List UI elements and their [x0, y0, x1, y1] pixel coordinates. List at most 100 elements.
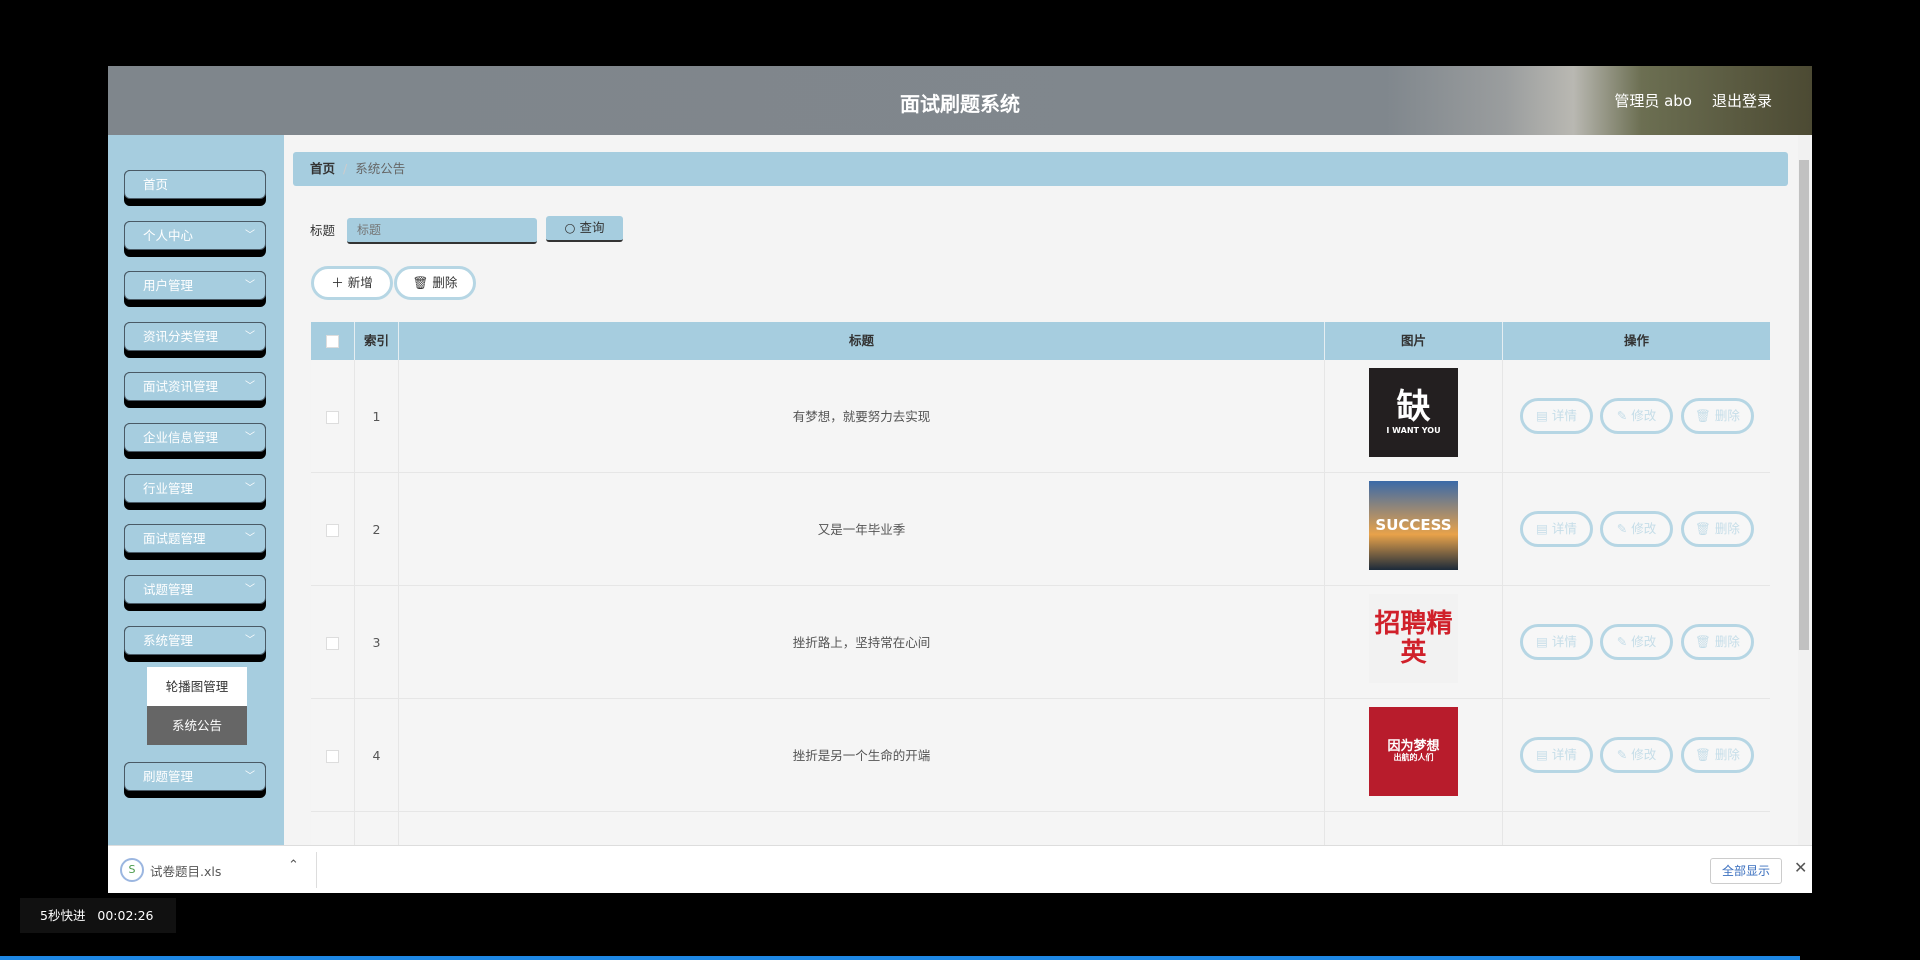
- document-icon: ▤: [1536, 408, 1548, 423]
- announcement-image[interactable]: 缺I WANT YOU: [1369, 368, 1458, 457]
- table-row: 4 挫折是另一个生命的开端 因为梦想 出航的人们 ▤ 详情 ✎ 修改 🗑 删除: [311, 699, 1770, 812]
- chevron-down-icon: ﹀: [245, 483, 255, 494]
- sidebar-item[interactable]: 个人中心 ﹀: [124, 221, 266, 257]
- logout-link[interactable]: 退出登录: [1712, 90, 1772, 111]
- submenu-item[interactable]: 轮播图管理: [147, 667, 247, 706]
- row-checkbox-cell: [311, 473, 355, 586]
- delete-button[interactable]: 🗑 删除: [1681, 624, 1754, 660]
- sidebar-item[interactable]: 企业信息管理 ﹀: [124, 423, 266, 459]
- sidebar-item-label: 用户管理: [143, 278, 194, 293]
- image-text: 招聘精英: [1374, 608, 1453, 668]
- header-index: 索引: [355, 322, 399, 360]
- trash-icon: 🗑: [1695, 747, 1711, 762]
- trash-icon: 🗑: [1695, 521, 1711, 536]
- edit-label: 修改: [1631, 747, 1657, 762]
- trash-icon: 🗑: [1695, 634, 1711, 649]
- row-title: 挫折是另一个生命的开端: [399, 699, 1325, 812]
- delete-button[interactable]: 🗑 删除: [1681, 737, 1754, 773]
- chevron-down-icon: ﹀: [245, 381, 255, 392]
- pencil-icon: ✎: [1616, 408, 1628, 423]
- sidebar-item-label: 面试题管理: [143, 531, 206, 546]
- row-title: 有梦想，就要努力去实现: [399, 360, 1325, 473]
- row-checkbox[interactable]: [326, 637, 339, 650]
- delete-button[interactable]: 🗑 删除: [1681, 398, 1754, 434]
- document-icon: ▤: [1536, 521, 1548, 536]
- video-overlay: 5秒快进 00:02:26: [20, 898, 176, 933]
- sidebar-item[interactable]: 试题管理 ﹀: [124, 575, 266, 611]
- batch-delete-button[interactable]: 🗑 删除: [394, 266, 476, 300]
- row-checkbox[interactable]: [326, 411, 339, 424]
- edit-label: 修改: [1631, 634, 1657, 649]
- row-index: 2: [355, 473, 399, 586]
- spreadsheet-file-icon: S: [120, 858, 144, 882]
- chevron-down-icon: ﹀: [245, 533, 255, 544]
- chevron-down-icon: ﹀: [245, 432, 255, 443]
- query-button[interactable]: ○ 查询: [546, 216, 623, 242]
- table-row-partial: [311, 812, 1770, 845]
- close-icon[interactable]: ✕: [1794, 858, 1807, 877]
- row-image-cell: 缺I WANT YOU: [1325, 360, 1503, 473]
- delete-button[interactable]: 🗑 删除: [1681, 511, 1754, 547]
- sidebar-item[interactable]: 面试资讯管理 ﹀: [124, 372, 266, 408]
- delete-label: 删除: [1714, 747, 1740, 762]
- detail-button[interactable]: ▤ 详情: [1520, 398, 1593, 434]
- video-progress-bar[interactable]: [0, 956, 1800, 960]
- sidebar-item[interactable]: 用户管理 ﹀: [124, 271, 266, 307]
- announcement-image[interactable]: 因为梦想 出航的人们: [1369, 707, 1458, 796]
- show-all-button[interactable]: 全部显示: [1710, 858, 1782, 884]
- chevron-down-icon: ﹀: [245, 771, 255, 782]
- sidebar-item-label: 行业管理: [143, 481, 194, 496]
- submenu-item[interactable]: 系统公告: [147, 706, 247, 745]
- sidebar-item[interactable]: 刷题管理 ﹀: [124, 762, 266, 798]
- divider: [316, 852, 317, 888]
- detail-button[interactable]: ▤ 详情: [1520, 511, 1593, 547]
- edit-button[interactable]: ✎ 修改: [1600, 624, 1673, 660]
- plus-icon: ＋: [331, 275, 344, 290]
- sidebar-item[interactable]: 面试题管理 ﹀: [124, 524, 266, 560]
- download-filename[interactable]: 试卷题目.xls: [150, 861, 221, 880]
- edit-button[interactable]: ✎ 修改: [1600, 737, 1673, 773]
- detail-label: 详情: [1551, 408, 1577, 423]
- skip-label[interactable]: 5秒快进: [40, 908, 85, 923]
- delete-label: 删除: [432, 275, 458, 290]
- row-ops: ▤ 详情 ✎ 修改 🗑 删除: [1503, 473, 1770, 586]
- trash-icon: 🗑: [1695, 408, 1711, 423]
- breadcrumb: 首页 / 系统公告: [293, 152, 1788, 186]
- row-checkbox-cell: [311, 699, 355, 812]
- chevron-up-icon[interactable]: ⌃: [288, 858, 299, 873]
- row-ops: ▤ 详情 ✎ 修改 🗑 删除: [1503, 586, 1770, 699]
- chevron-down-icon: ﹀: [245, 331, 255, 342]
- detail-button[interactable]: ▤ 详情: [1520, 737, 1593, 773]
- detail-label: 详情: [1551, 521, 1577, 536]
- app-title: 面试刷题系统: [900, 92, 1020, 116]
- breadcrumb-current: 系统公告: [355, 161, 406, 176]
- trash-icon: 🗑: [412, 275, 429, 290]
- detail-button[interactable]: ▤ 详情: [1520, 624, 1593, 660]
- row-checkbox[interactable]: [326, 524, 339, 537]
- sidebar-item[interactable]: 系统管理 ﹀: [124, 626, 266, 662]
- table-row: 1 有梦想，就要努力去实现 缺I WANT YOU ▤ 详情 ✎ 修改 🗑 删除: [311, 360, 1770, 473]
- title-search-input[interactable]: [347, 218, 537, 244]
- edit-button[interactable]: ✎ 修改: [1600, 398, 1673, 434]
- breadcrumb-home[interactable]: 首页: [310, 161, 335, 176]
- row-checkbox[interactable]: [326, 750, 339, 763]
- announcement-image[interactable]: SUCCESS: [1369, 481, 1458, 570]
- playback-time: 00:02:26: [97, 908, 154, 923]
- delete-label: 删除: [1714, 521, 1740, 536]
- row-index: 4: [355, 699, 399, 812]
- sidebar-item-label: 系统管理: [143, 633, 194, 648]
- announcement-image[interactable]: 招聘精英: [1369, 594, 1458, 683]
- image-subtext: I WANT YOU: [1386, 425, 1441, 435]
- edit-button[interactable]: ✎ 修改: [1600, 511, 1673, 547]
- current-user: 管理员 abo: [1614, 92, 1692, 110]
- sidebar-item[interactable]: 首页: [124, 170, 266, 206]
- sidebar-item[interactable]: 行业管理 ﹀: [124, 474, 266, 510]
- sidebar-item[interactable]: 资讯分类管理 ﹀: [124, 322, 266, 358]
- detail-label: 详情: [1551, 634, 1577, 649]
- row-image-cell: 招聘精英: [1325, 586, 1503, 699]
- select-all-checkbox[interactable]: [326, 335, 339, 348]
- scrollbar-thumb[interactable]: [1799, 160, 1809, 650]
- add-button[interactable]: ＋ 新增: [311, 266, 393, 300]
- row-ops: ▤ 详情 ✎ 修改 🗑 删除: [1503, 360, 1770, 473]
- table-row: 2 又是一年毕业季 SUCCESS ▤ 详情 ✎ 修改 🗑 删除: [311, 473, 1770, 586]
